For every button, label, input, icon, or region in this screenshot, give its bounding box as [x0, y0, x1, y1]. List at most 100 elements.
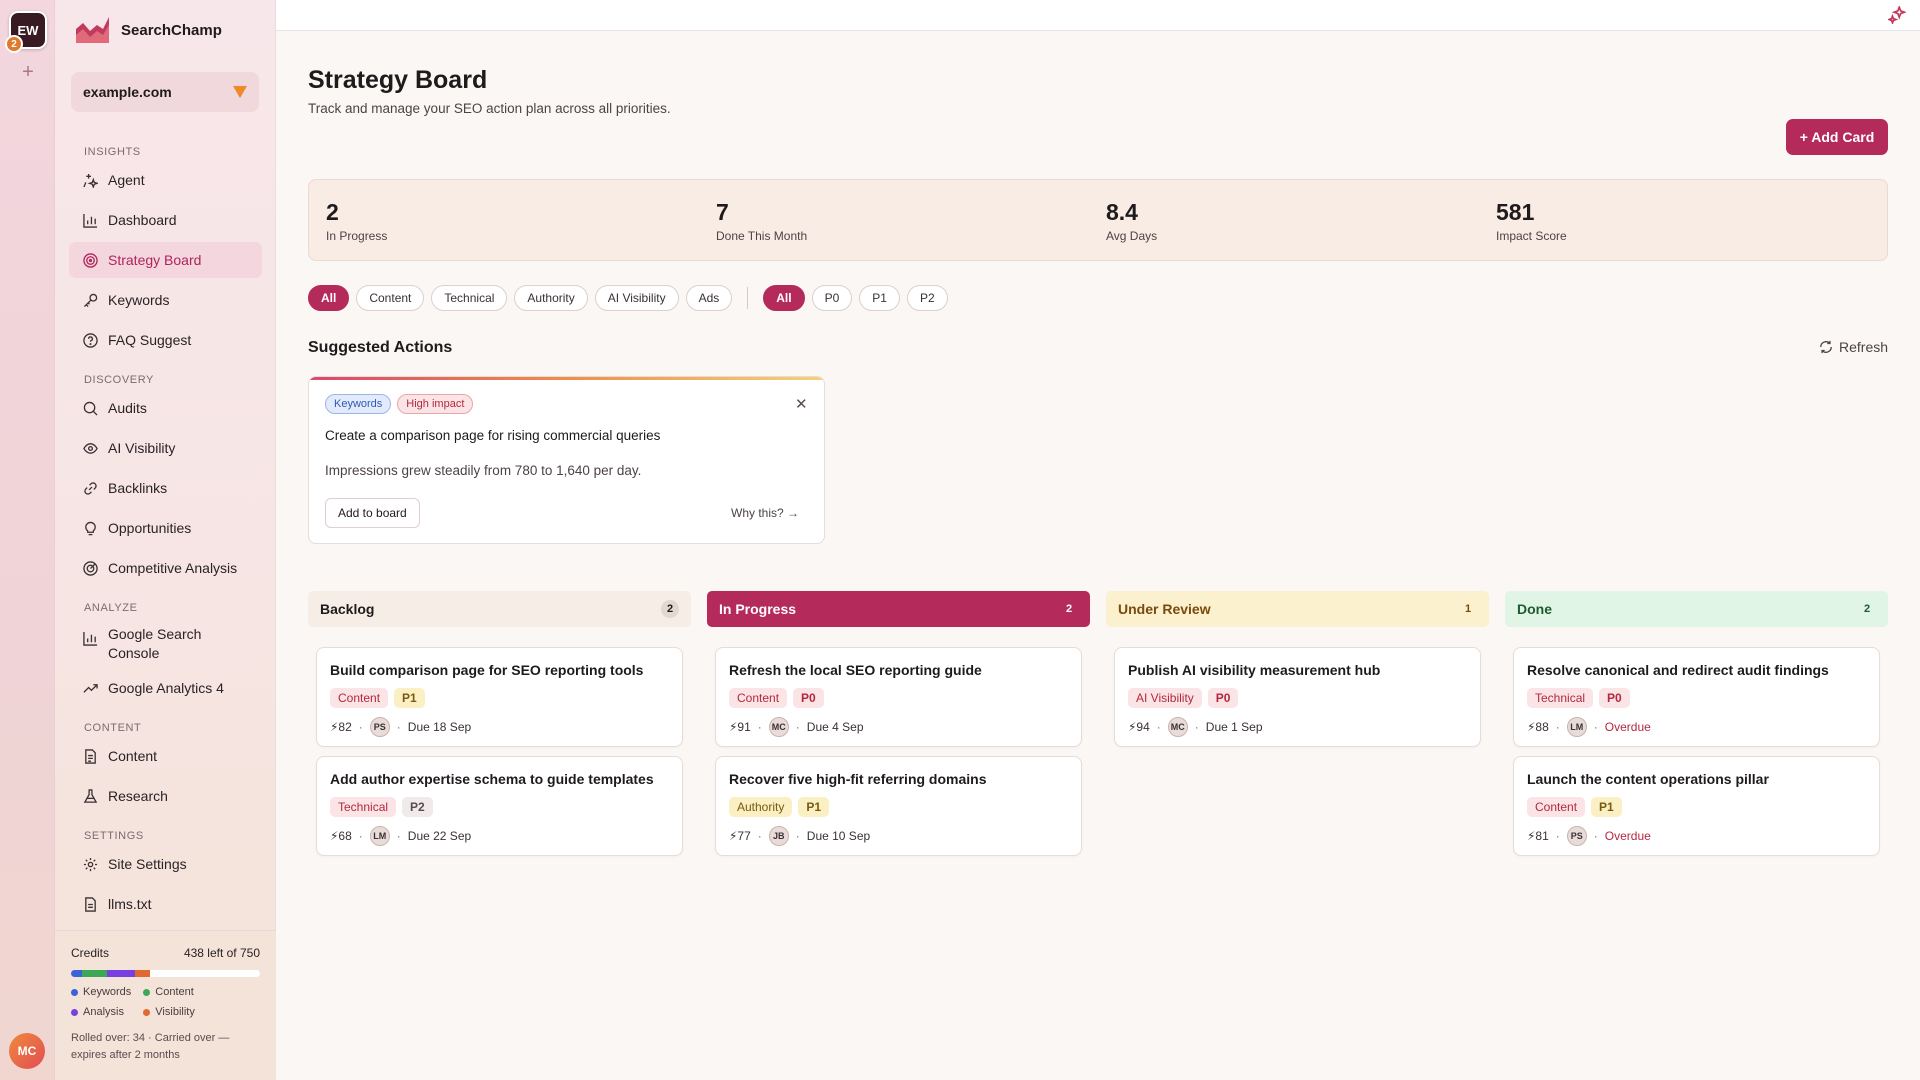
sidebar-item-dashboard[interactable]: Dashboard — [69, 202, 262, 238]
sidebar-item-research[interactable]: Research — [69, 778, 262, 814]
credits-remaining: 438 left of 750 — [183, 946, 260, 960]
column-title: Done — [1517, 601, 1552, 617]
question-icon — [83, 332, 98, 348]
stat-label: Done This Month — [716, 229, 808, 243]
filter-priority-p2[interactable]: P2 — [906, 285, 948, 311]
priority-tag: P1 — [1591, 797, 1622, 817]
sidebar-item-site-settings[interactable]: Site Settings — [69, 846, 262, 882]
category-tag: AI Visibility — [1128, 688, 1202, 708]
target-icon — [83, 252, 98, 268]
radar-icon — [83, 560, 98, 576]
stats-panel: 2 In Progress 7 Done This Month 8.4 Avg … — [308, 179, 1888, 261]
sidebar-item-ai-visibility[interactable]: AI Visibility — [69, 430, 262, 466]
refresh-icon — [1820, 340, 1832, 354]
sidebar-item-keywords[interactable]: Keywords — [69, 282, 262, 318]
column-title: Under Review — [1118, 601, 1211, 617]
due-date: Due 22 Sep — [407, 829, 472, 843]
meta-separator: · — [1555, 829, 1560, 843]
refresh-button[interactable]: Refresh — [1819, 339, 1888, 355]
credits-segment-visibility — [135, 970, 151, 977]
assignee-avatar: LM — [1566, 717, 1587, 737]
impact-score: ⚡82 — [330, 720, 352, 734]
column-in-progress: In Progress 2 Refresh the local SEO repo… — [707, 591, 1090, 856]
add-card-button[interactable]: + Add Card — [1786, 119, 1888, 155]
sidebar-item-google-search-console[interactable]: Google Search Console — [69, 618, 262, 666]
card-title: Refresh the local SEO reporting guide — [729, 662, 982, 678]
sidebar-nav[interactable]: INSIGHTS Agent Dashboard Strategy Board … — [55, 130, 276, 930]
card-title: Add author expertise schema to guide tem… — [330, 771, 654, 787]
category-tag: Technical — [1527, 688, 1594, 708]
task-card[interactable]: Build comparison page for SEO reporting … — [316, 647, 683, 747]
sidebar-item-llms-txt[interactable]: llms.txt — [69, 886, 262, 922]
priority-tag: P0 — [1207, 688, 1239, 708]
credits-label: Credits — [71, 946, 110, 960]
task-card[interactable]: Add author expertise schema to guide tem… — [316, 756, 683, 856]
sidebar-item-faq-suggest[interactable]: FAQ Suggest — [69, 322, 262, 358]
filter-category-all[interactable]: All — [308, 285, 350, 311]
add-workspace-icon[interactable]: + — [18, 62, 38, 82]
filter-category-ads[interactable]: Ads — [685, 285, 733, 311]
legend-visibility: Visibility — [143, 1006, 195, 1018]
sidebar-item-opportunities[interactable]: Opportunities — [69, 510, 262, 546]
task-card[interactable]: Launch the content operations pillar Con… — [1513, 756, 1880, 856]
stat-avg-days: 8.4 Avg Days — [1089, 180, 1479, 260]
filter-category-ai-visibility[interactable]: AI Visibility — [594, 285, 679, 311]
filter-priority-p1[interactable]: P1 — [859, 285, 900, 311]
filter-priority-p0[interactable]: P0 — [811, 285, 853, 311]
filter-category-technical[interactable]: Technical — [431, 285, 508, 311]
overdue-label: Overdue — [1604, 829, 1651, 843]
filter-category-authority[interactable]: Authority — [514, 285, 588, 311]
sidebar-item-competitive-analysis[interactable]: Competitive Analysis — [69, 550, 262, 586]
suggested-actions-title: Suggested Actions — [308, 339, 453, 356]
nav-section-label: SETTINGS — [84, 830, 144, 842]
user-avatar[interactable]: MC — [9, 1033, 45, 1069]
sidebar-item-audits[interactable]: Audits — [69, 390, 262, 426]
task-card[interactable]: Publish AI visibility measurement hub AI… — [1114, 647, 1481, 747]
filter-category-content[interactable]: Content — [356, 285, 425, 311]
category-tag: Content — [729, 688, 788, 708]
site-selector[interactable]: example.com — [71, 72, 259, 112]
priority-tag: P1 — [394, 688, 425, 708]
sidebar-item-agent[interactable]: Agent — [69, 162, 262, 198]
meta-separator: · — [757, 720, 762, 734]
meta-separator: · — [396, 720, 401, 734]
category-tag: Content — [1527, 797, 1586, 817]
priority-tag: P1 — [798, 797, 830, 817]
card-title: Publish AI visibility measurement hub — [1128, 662, 1381, 678]
column-count-badge: 2 — [661, 600, 679, 618]
close-icon[interactable]: ✕ — [795, 395, 808, 413]
flask-icon — [83, 788, 98, 803]
stat-label: Impact Score — [1496, 229, 1567, 243]
stat-done-this-month: 7 Done This Month — [699, 180, 1089, 260]
sparkle-icon[interactable] — [1888, 6, 1906, 24]
credits-panel: Credits 438 left of 750 Keywords Content… — [55, 930, 276, 1080]
brand[interactable]: SearchChamp — [75, 15, 222, 45]
column-count-badge: 1 — [1459, 600, 1477, 618]
sidebar-item-label: Audits — [108, 400, 147, 416]
page-subtitle: Track and manage your SEO action plan ac… — [308, 101, 671, 116]
column-backlog: Backlog 2 Build comparison page for SEO … — [308, 591, 691, 856]
category-tag: Technical — [330, 797, 397, 817]
sidebar-item-content[interactable]: Content — [69, 738, 262, 774]
task-card[interactable]: Recover five high-fit referring domains … — [715, 756, 1082, 856]
sidebar-item-strategy-board[interactable]: Strategy Board — [69, 242, 262, 278]
meta-separator: · — [358, 720, 363, 734]
stat-label: Avg Days — [1106, 229, 1158, 243]
task-card[interactable]: Refresh the local SEO reporting guide Co… — [715, 647, 1082, 747]
sidebar-item-label: FAQ Suggest — [108, 332, 192, 348]
nav-section-label: ANALYZE — [84, 602, 138, 614]
sidebar-item-label: Keywords — [108, 292, 170, 308]
filter-priority-all[interactable]: All — [763, 285, 805, 311]
column-header: Backlog 2 — [308, 591, 691, 627]
sidebar-item-backlinks[interactable]: Backlinks — [69, 470, 262, 506]
impact-score: ⚡88 — [1527, 720, 1549, 734]
sidebar-item-google-analytics-4[interactable]: Google Analytics 4 — [69, 670, 262, 706]
nav-section-label: DISCOVERY — [84, 374, 154, 386]
eye-icon — [83, 442, 98, 454]
add-to-board-button[interactable]: Add to board — [325, 498, 420, 528]
suggested-action-card: Keywords High impact ✕ Create a comparis… — [308, 376, 825, 544]
sidebar-item-label: Agent — [108, 172, 145, 188]
why-this-link[interactable]: Why this? → — [731, 506, 799, 520]
column-count-badge: 2 — [1060, 600, 1078, 618]
task-card[interactable]: Resolve canonical and redirect audit fin… — [1513, 647, 1880, 747]
